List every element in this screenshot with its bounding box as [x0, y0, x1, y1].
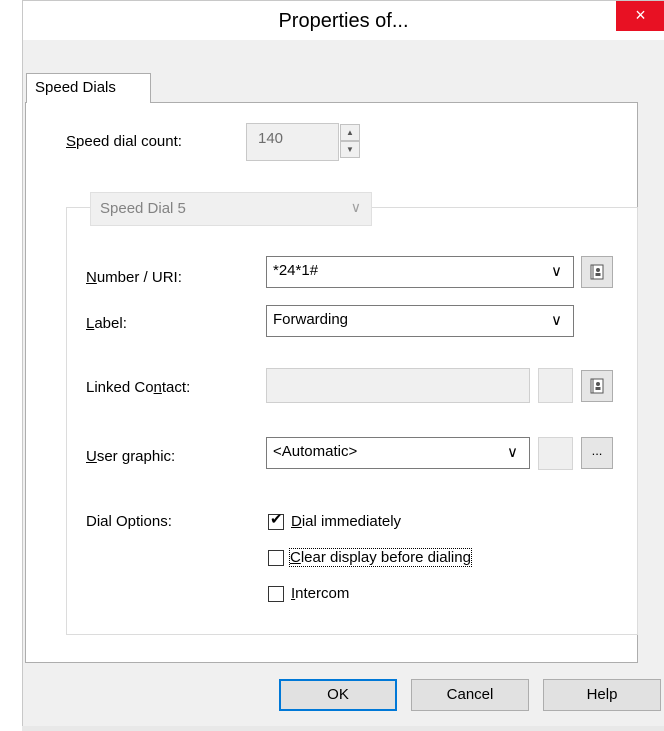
speed-dial-count-label-text: peed dial count: [76, 133, 182, 150]
clear-display-mnemonic: C [290, 549, 301, 566]
dial-immediately-label-text: ial immediately [301, 513, 402, 530]
chevron-down-icon: ∨ [507, 444, 518, 461]
speed-dial-count-increment-button[interactable]: ▲ [340, 124, 360, 141]
chevron-down-icon: ∨ [551, 312, 562, 329]
user-graphic-browse-button[interactable]: ... [581, 437, 613, 469]
close-button[interactable]: × [616, 1, 664, 31]
browse-ellipsis-label: ... [591, 443, 603, 458]
close-icon: × [635, 5, 646, 25]
address-book-icon [590, 264, 604, 280]
linked-contact-clear-button[interactable] [538, 368, 573, 403]
tab-speed-dials-label: Speed Dials [35, 79, 116, 96]
cancel-button[interactable]: Cancel [411, 679, 529, 711]
chevron-down-icon: ∨ [551, 263, 562, 280]
speed-dial-selector-value: Speed Dial 5 [100, 200, 186, 217]
clear-display-checkbox[interactable] [268, 550, 284, 566]
clear-display-label-text: lear display before dialing [300, 549, 471, 566]
speed-dial-count-input[interactable]: 140 [246, 123, 339, 161]
user-graphic-value: <Automatic> [273, 443, 358, 460]
number-uri-label-text: umber / URI: [96, 269, 182, 286]
speed-dial-count-label: Speed dial count: [66, 133, 182, 150]
linked-contact-field[interactable] [266, 368, 530, 403]
linked-contact-label-mnemonic: n [153, 379, 162, 396]
number-uri-value: *24*1# [273, 262, 319, 279]
number-address-book-button[interactable] [581, 256, 613, 288]
intercom-label-text: ntercom [295, 585, 350, 602]
dial-immediately-mnemonic: D [291, 513, 302, 530]
checkmark-icon: ✔ [270, 511, 283, 528]
intercom-label[interactable]: Intercom [291, 585, 349, 602]
linked-contact-label-pre: Linked Co [86, 379, 154, 396]
arrow-down-icon: ▼ [346, 145, 354, 154]
linked-contact-address-book-button[interactable] [581, 370, 613, 402]
user-graphic-preview [538, 437, 573, 470]
speed-dial-selector[interactable]: Speed Dial 5 ∨ [90, 192, 372, 226]
speed-dial-count-value: 140 [258, 130, 284, 147]
ok-button[interactable]: OK [279, 679, 397, 711]
user-graphic-label: User graphic: [86, 448, 175, 465]
address-book-icon [590, 378, 604, 394]
tab-speed-dials[interactable]: Speed Dials [26, 73, 151, 103]
user-graphic-combobox[interactable]: <Automatic> ∨ [266, 437, 530, 469]
linked-contact-label: Linked Contact: [86, 379, 190, 396]
dial-immediately-label[interactable]: Dial immediately [291, 513, 401, 530]
number-uri-combobox[interactable]: *24*1# ∨ [266, 256, 574, 288]
number-uri-label-mnemonic: N [86, 269, 97, 286]
intercom-checkbox[interactable] [268, 586, 284, 602]
dial-options-label: Dial Options: [86, 513, 172, 530]
chevron-down-icon: ∨ [350, 199, 361, 215]
label-field-label: Label: [86, 315, 127, 332]
label-field-label-text: abel: [94, 315, 127, 332]
speed-dial-count-decrement-button[interactable]: ▼ [340, 141, 360, 158]
dial-immediately-checkbox[interactable]: ✔ [268, 511, 284, 530]
window-title: Properties of... [278, 10, 409, 32]
title-bar[interactable]: Properties of... × [22, 0, 664, 40]
arrow-up-icon: ▲ [346, 128, 354, 137]
clear-display-label[interactable]: Clear display before dialing [289, 548, 472, 567]
number-uri-label: Number / URI: [86, 269, 182, 286]
window-bottom-edge [22, 726, 664, 731]
user-graphic-label-mnemonic: U [86, 448, 97, 465]
user-graphic-label-text: ser graphic: [96, 448, 176, 465]
linked-contact-label-post: tact: [161, 379, 191, 396]
help-button[interactable]: Help [543, 679, 661, 711]
label-value: Forwarding [273, 311, 349, 328]
label-combobox[interactable]: Forwarding ∨ [266, 305, 574, 337]
speed-dial-count-label-mnemonic: S [66, 133, 77, 150]
